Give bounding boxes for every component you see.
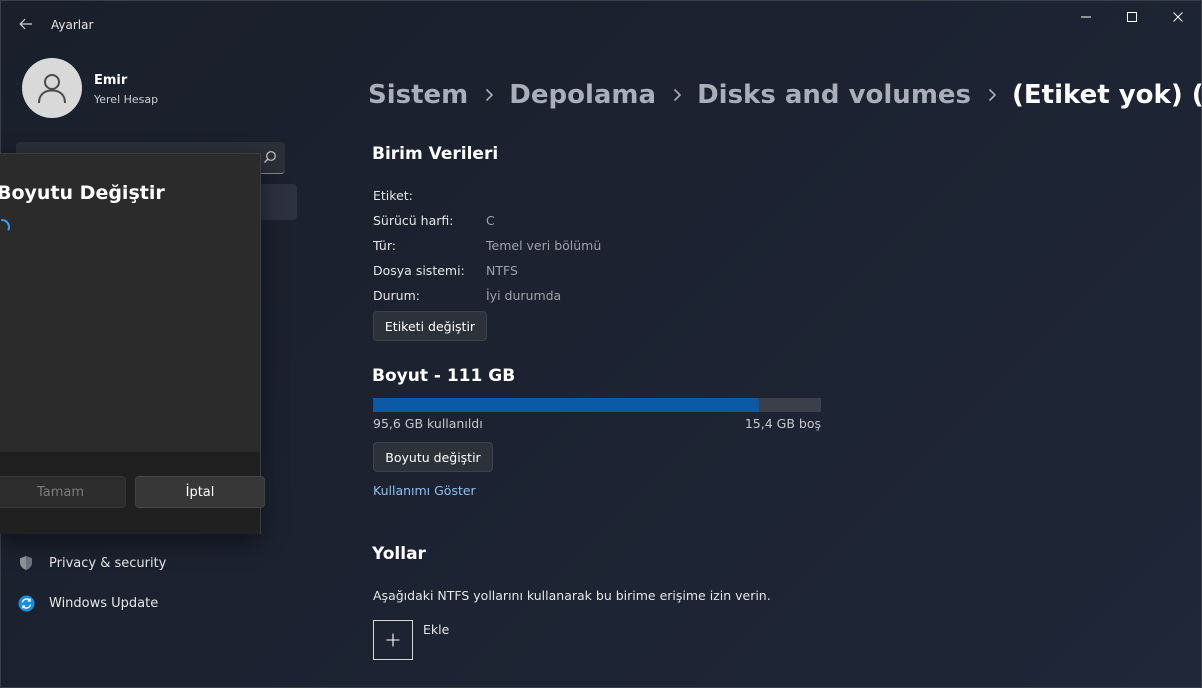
search-icon — [264, 151, 276, 163]
property-label: Sürücü harfi: — [373, 213, 454, 228]
plus-icon — [386, 633, 400, 647]
sidebar-item-privacy-security[interactable]: Privacy & security — [16, 545, 297, 581]
property-label: Etiket: — [373, 188, 413, 203]
sidebar-item-windows-update[interactable]: Windows Update — [16, 585, 297, 621]
avatar — [22, 58, 82, 118]
section-title-size: Boyut - 111 GB — [372, 366, 516, 386]
property-label: Tür: — [373, 238, 396, 253]
title-bar: Ayarlar — [0, 0, 1202, 48]
resize-dialog: Boyutu Değiştir Tamam İptal — [0, 153, 265, 534]
dialog-title: Boyutu Değiştir — [0, 182, 165, 204]
user-name: Emir — [94, 73, 128, 88]
loading-spinner-icon — [1, 219, 10, 231]
ok-button[interactable]: Tamam — [0, 476, 126, 508]
dialog-footer: Tamam İptal — [0, 452, 265, 534]
add-path-button[interactable] — [373, 620, 413, 660]
maximize-button[interactable] — [1109, 0, 1155, 34]
minimize-button[interactable] — [1063, 0, 1109, 34]
property-label: Durum: — [373, 288, 420, 303]
chevron-right-icon — [672, 88, 682, 102]
property-label: Dosya sistemi: — [373, 263, 465, 278]
paths-description: Aşağıdaki NTFS yollarını kullanarak bu b… — [373, 588, 771, 603]
sidebar-item-label: Windows Update — [49, 595, 159, 611]
page-title: (Etiket yok) (C:) — [1012, 80, 1202, 110]
breadcrumb-item-disks-volumes[interactable]: Disks and volumes — [697, 80, 971, 110]
section-title-paths: Yollar — [372, 544, 426, 564]
minimize-icon — [1081, 16, 1091, 18]
maximize-icon — [1127, 12, 1137, 22]
user-icon — [38, 74, 66, 104]
disk-usage-bar — [373, 398, 821, 412]
resize-button[interactable]: Boyutu değiştir — [373, 442, 493, 472]
free-space-text: 15,4 GB boş — [744, 416, 821, 431]
close-button[interactable] — [1155, 0, 1201, 34]
breadcrumb-item-sistem[interactable]: Sistem — [368, 80, 468, 110]
breadcrumb-item-depolama[interactable]: Depolama — [509, 80, 656, 110]
app-title: Ayarlar — [51, 18, 94, 32]
property-value: C — [486, 213, 495, 228]
sidebar-item-label: Privacy & security — [49, 555, 167, 571]
change-label-button[interactable]: Etiketi değiştir — [373, 311, 487, 341]
cancel-button[interactable]: İptal — [135, 476, 265, 508]
show-usage-link[interactable]: Kullanımı Göster — [373, 483, 476, 498]
property-value: Temel veri bölümü — [486, 238, 602, 253]
back-button[interactable] — [14, 12, 38, 36]
user-account-type: Yerel Hesap — [94, 93, 159, 106]
property-value: NTFS — [486, 263, 518, 278]
shield-icon — [17, 554, 35, 572]
windows-update-icon — [17, 594, 35, 612]
section-title-volume-data: Birim Verileri — [372, 144, 499, 164]
used-space-text: 95,6 GB kullanıldı — [373, 416, 483, 431]
disk-usage-fill — [373, 398, 759, 412]
breadcrumb: Sistem Depolama Disks and volumes (Etike… — [368, 80, 1202, 110]
close-icon — [1173, 12, 1183, 22]
add-path-label[interactable]: Ekle — [423, 622, 449, 637]
back-arrow-icon — [19, 18, 32, 30]
property-value: İyi durumda — [486, 288, 562, 303]
chevron-right-icon — [987, 88, 997, 102]
chevron-right-icon — [484, 88, 494, 102]
